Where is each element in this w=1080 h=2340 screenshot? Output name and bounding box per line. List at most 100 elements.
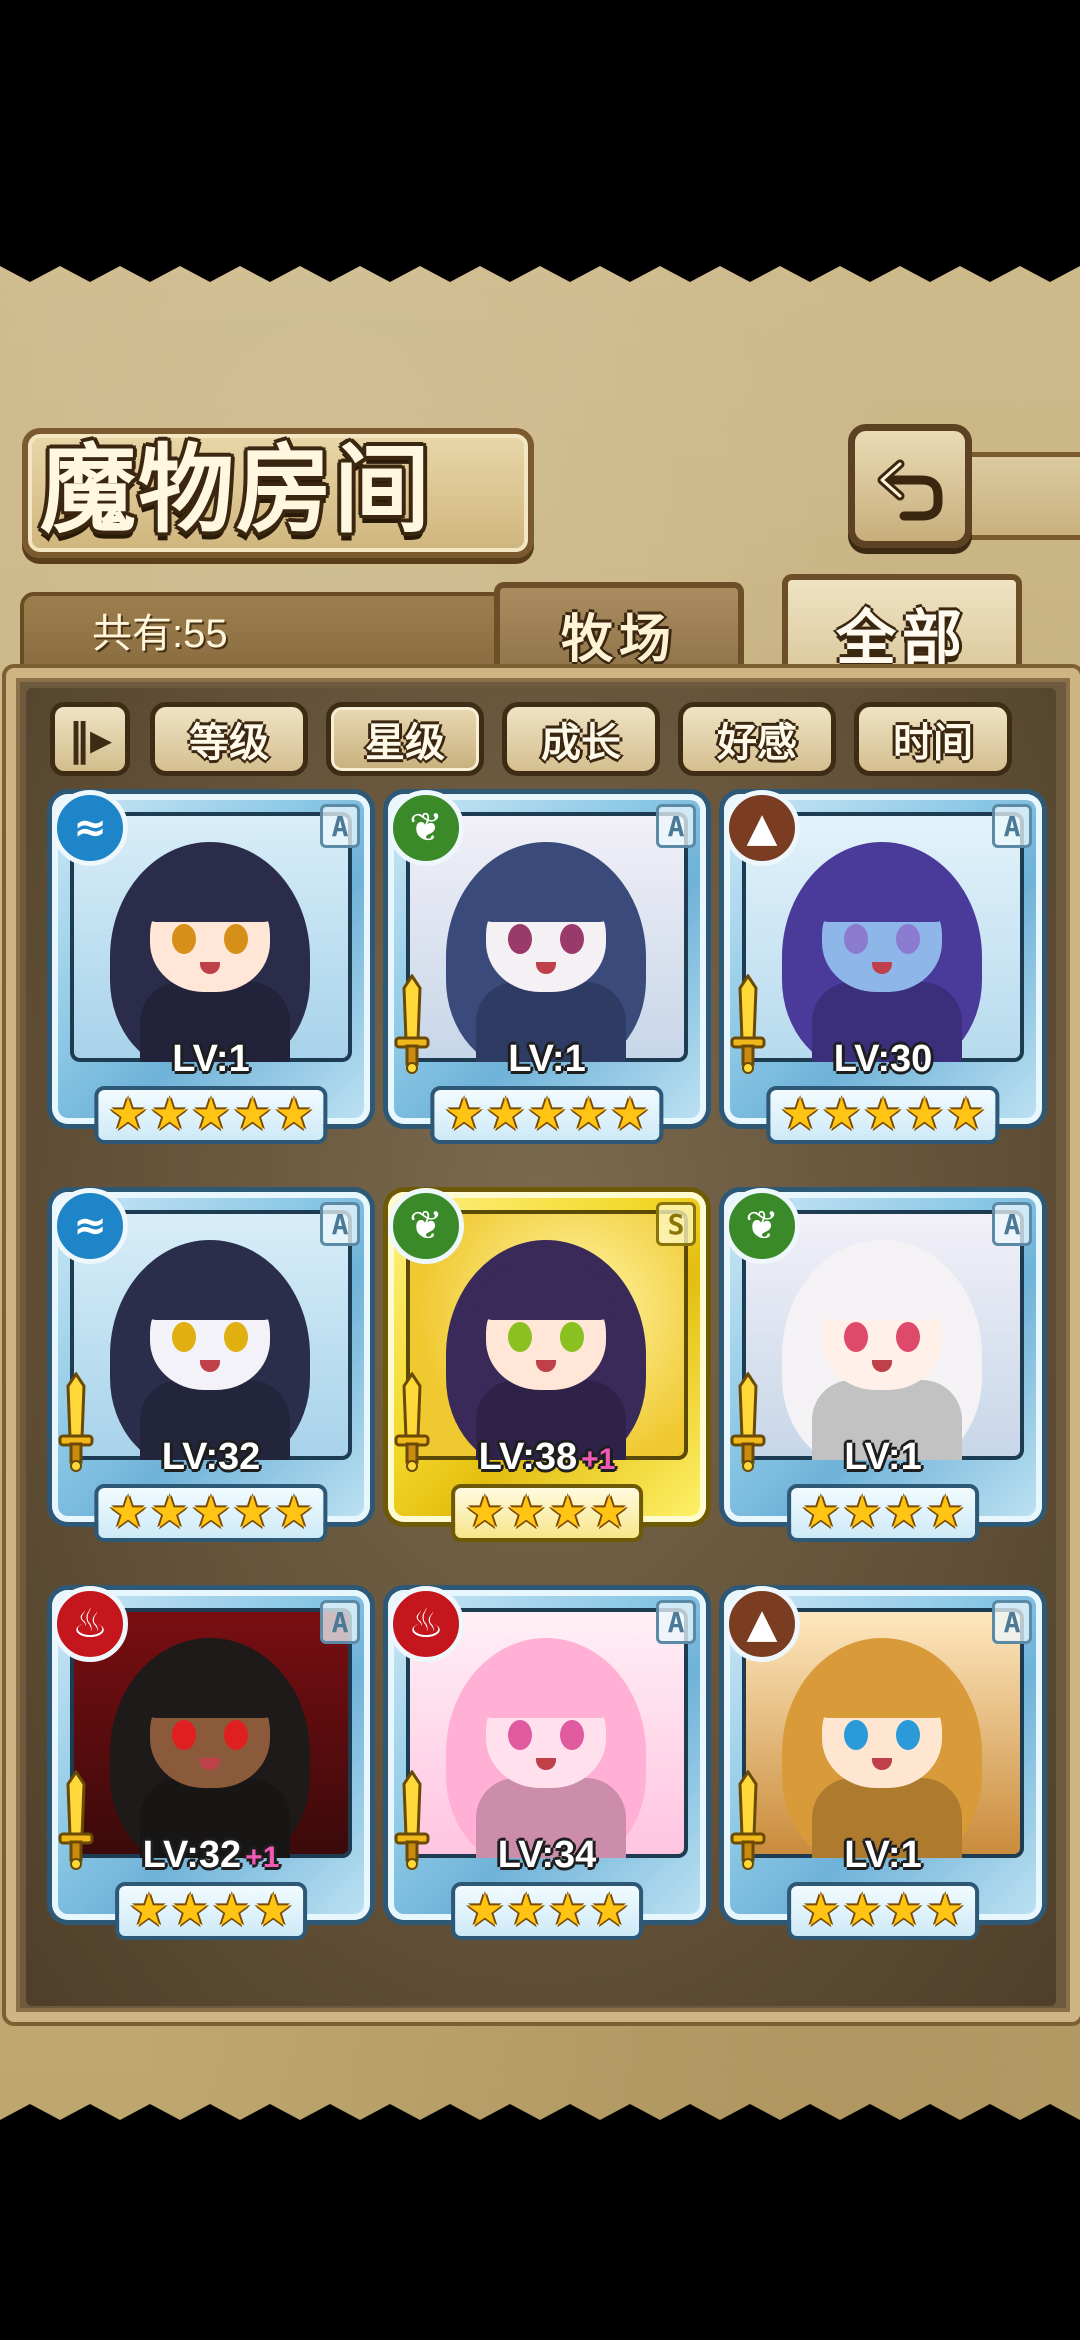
wood-element-icon: ❦ xyxy=(388,1188,464,1264)
star-rating: ★ ★ ★ ★ ★ xyxy=(766,1086,1000,1144)
star-rating: ★ ★ ★ ★ xyxy=(787,1882,979,1940)
monster-card[interactable]: ▲ A LV:30 ★ ★ ★ ★ ★ xyxy=(724,790,1042,1154)
tab-ranch[interactable]: 牧场 xyxy=(494,582,744,680)
star-icon: ★ xyxy=(801,1487,841,1538)
zigzag-border-top xyxy=(0,258,1080,282)
water-element-icon: ≈ xyxy=(52,1188,128,1264)
level-value: LV:1 xyxy=(172,1038,250,1080)
star-rating: ★ ★ ★ ★ xyxy=(451,1484,643,1542)
star-icon: ★ xyxy=(274,1487,314,1538)
earth-element-icon: ▲ xyxy=(724,1586,800,1662)
star-icon: ★ xyxy=(589,1487,629,1538)
star-icon: ★ xyxy=(170,1885,210,1936)
star-icon: ★ xyxy=(884,1885,924,1936)
monster-count: 共有:55 xyxy=(92,612,228,656)
level-value: LV:1 xyxy=(508,1038,586,1080)
star-icon: ★ xyxy=(780,1089,820,1140)
level-label: LV:30 xyxy=(724,1036,1042,1082)
return-arrow-icon xyxy=(877,459,943,521)
star-icon: ★ xyxy=(842,1885,882,1936)
star-icon: ★ xyxy=(253,1885,293,1936)
star-icon: ★ xyxy=(821,1089,862,1140)
monster-card[interactable]: ♨ A LV:34 ★ ★ ★ ★ xyxy=(388,1586,706,1950)
star-icon: ★ xyxy=(506,1885,546,1936)
level-label: LV:34 xyxy=(388,1832,706,1878)
star-icon: ★ xyxy=(589,1885,629,1936)
level-label: LV:38 +1 xyxy=(388,1434,706,1480)
navigation-bar-area xyxy=(0,2130,1080,2340)
fire-element-icon: ♨ xyxy=(388,1586,464,1662)
filter-affection[interactable]: 好感 xyxy=(678,702,836,776)
level-value: LV:30 xyxy=(833,1038,933,1080)
star-icon: ★ xyxy=(548,1487,588,1538)
star-icon: ★ xyxy=(527,1089,567,1140)
star-icon: ★ xyxy=(842,1487,882,1538)
star-icon: ★ xyxy=(232,1487,273,1538)
star-icon: ★ xyxy=(904,1089,945,1140)
star-icon: ★ xyxy=(506,1487,546,1538)
level-value: LV:1 xyxy=(844,1436,922,1478)
filter-time[interactable]: 时间 xyxy=(854,702,1012,776)
earth-element-icon: ▲ xyxy=(724,790,800,866)
rank-badge: A xyxy=(656,804,696,848)
star-rating: ★ ★ ★ ★ xyxy=(451,1882,643,1940)
level-value: LV:32 xyxy=(161,1436,261,1478)
star-icon: ★ xyxy=(946,1089,986,1140)
level-value: LV:38 xyxy=(478,1436,578,1478)
star-rating: ★ ★ ★ ★ xyxy=(787,1484,979,1542)
star-icon: ★ xyxy=(884,1487,924,1538)
sort-order-toggle[interactable]: ‖▸ xyxy=(50,702,130,776)
filter-growth[interactable]: 成长 xyxy=(502,702,660,776)
star-rating: ★ ★ ★ ★ xyxy=(115,1882,307,1940)
level-bonus: +1 xyxy=(581,1443,616,1476)
monster-card[interactable]: ❦ S LV:38 +1 ★ ★ ★ ★ xyxy=(388,1188,706,1552)
rank-badge: S xyxy=(656,1202,696,1246)
star-icon: ★ xyxy=(925,1885,965,1936)
star-icon: ★ xyxy=(108,1487,148,1538)
star-icon: ★ xyxy=(485,1089,526,1140)
page-title: 魔物房间 xyxy=(40,433,432,546)
level-label: LV:32 xyxy=(52,1434,370,1480)
star-rating: ★ ★ ★ ★ ★ xyxy=(430,1086,664,1144)
star-icon: ★ xyxy=(610,1089,650,1140)
star-icon: ★ xyxy=(191,1089,231,1140)
star-icon: ★ xyxy=(149,1089,190,1140)
rank-badge: A xyxy=(656,1600,696,1644)
rank-badge: A xyxy=(320,804,360,848)
level-bonus: +1 xyxy=(245,1841,280,1874)
star-icon: ★ xyxy=(232,1089,273,1140)
star-icon: ★ xyxy=(191,1487,231,1538)
monster-card[interactable]: ❦ A LV:1 ★ ★ ★ ★ xyxy=(724,1188,1042,1552)
star-icon: ★ xyxy=(465,1487,505,1538)
monster-card[interactable]: ❦ A LV:1 ★ ★ ★ ★ ★ xyxy=(388,790,706,1154)
star-icon: ★ xyxy=(925,1487,965,1538)
rank-badge: A xyxy=(320,1600,360,1644)
monster-card[interactable]: ≈ A LV:32 ★ ★ ★ ★ ★ xyxy=(52,1188,370,1552)
zigzag-border-bottom xyxy=(0,2104,1080,2130)
water-element-icon: ≈ xyxy=(52,790,128,866)
monster-card[interactable]: ≈ A LV:1 ★ ★ ★ ★ ★ xyxy=(52,790,370,1154)
filter-star[interactable]: 星级 xyxy=(326,702,484,776)
level-value: LV:1 xyxy=(844,1834,922,1876)
level-label: LV:1 xyxy=(52,1036,370,1082)
sort-order-icon: ‖▸ xyxy=(67,713,113,765)
star-icon: ★ xyxy=(444,1089,484,1140)
monster-card[interactable]: ♨ A LV:32 +1 ★ ★ ★ ★ xyxy=(52,1586,370,1950)
star-icon: ★ xyxy=(863,1089,903,1140)
level-label: LV:32 +1 xyxy=(52,1832,370,1878)
star-icon: ★ xyxy=(108,1089,148,1140)
star-rating: ★ ★ ★ ★ ★ xyxy=(94,1086,328,1144)
rank-badge: A xyxy=(992,804,1032,848)
fire-element-icon: ♨ xyxy=(52,1586,128,1662)
monster-card[interactable]: ▲ A LV:1 ★ ★ ★ ★ xyxy=(724,1586,1042,1950)
star-icon: ★ xyxy=(129,1885,169,1936)
wood-element-icon: ❦ xyxy=(388,790,464,866)
star-icon: ★ xyxy=(149,1487,190,1538)
level-value: LV:34 xyxy=(497,1834,597,1876)
back-button[interactable] xyxy=(848,424,972,548)
rank-badge: A xyxy=(320,1202,360,1246)
status-bar-area xyxy=(0,0,1080,258)
filter-level[interactable]: 等级 xyxy=(150,702,308,776)
star-icon: ★ xyxy=(548,1885,588,1936)
star-icon: ★ xyxy=(568,1089,609,1140)
